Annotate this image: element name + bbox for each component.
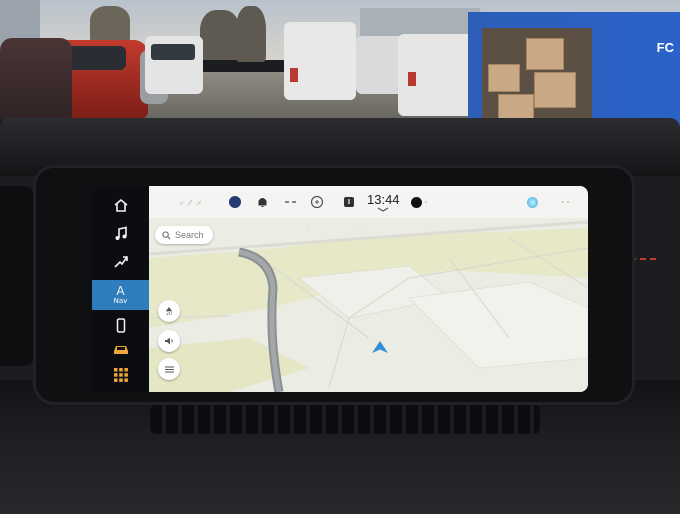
search-bar[interactable]: Search	[155, 226, 213, 244]
carplay-screen: A Nav 13:44 ◦ · · Search 20	[92, 186, 588, 392]
white-van	[284, 22, 356, 100]
notification-bell-icon[interactable]	[257, 186, 268, 218]
car-icon	[113, 346, 128, 354]
music-button[interactable]	[92, 220, 149, 246]
speed-limit-value: 20	[165, 310, 173, 317]
map-menu-button[interactable]	[158, 358, 180, 380]
tree	[236, 6, 266, 62]
search-placeholder: Search	[175, 230, 204, 240]
signal-icon	[179, 186, 203, 218]
volume-button[interactable]	[158, 330, 180, 352]
dashes-icon	[285, 186, 297, 218]
phone-icon	[116, 317, 125, 333]
clock-time: 13:44	[367, 192, 400, 207]
truck-logo: FC	[656, 40, 674, 55]
vehicle-button[interactable]	[92, 336, 149, 362]
siri-icon[interactable]	[527, 186, 538, 218]
directions-button[interactable]	[92, 248, 149, 274]
music-note-icon	[115, 226, 127, 240]
current-location-arrow-icon	[372, 341, 388, 353]
clock: 13:44	[367, 186, 400, 218]
nav-button[interactable]: A Nav	[92, 280, 149, 310]
app-rail: A Nav	[92, 186, 149, 392]
air-vent-center	[150, 404, 540, 434]
cargo-area	[482, 28, 592, 128]
app-status-icon[interactable]	[229, 186, 241, 218]
app-grid-button[interactable]	[92, 362, 149, 388]
status-dots-icon	[561, 186, 571, 218]
nav-label: Nav	[113, 297, 128, 305]
map-street-label: ·	[307, 226, 309, 232]
climate-icon[interactable]	[309, 186, 325, 218]
home-icon	[113, 198, 128, 212]
search-icon	[162, 230, 171, 240]
blue-truck: FC	[468, 12, 680, 130]
home-button[interactable]	[92, 192, 149, 218]
air-vent-left	[0, 186, 38, 366]
dark-car	[0, 38, 72, 126]
menu-icon	[164, 366, 174, 372]
status-bar: 13:44 ◦	[149, 186, 588, 219]
chevron-down-icon[interactable]	[377, 207, 389, 212]
route-arrow-icon	[113, 255, 128, 268]
tree	[90, 6, 130, 42]
speed-limit-button[interactable]: 20	[158, 300, 180, 322]
app-grid-icon	[113, 368, 128, 382]
shield-icon[interactable]	[343, 186, 355, 218]
map-street-label: ·	[359, 228, 361, 234]
white-van	[145, 36, 203, 94]
map-canvas	[149, 218, 588, 392]
navigation-arrow-icon: A	[116, 284, 125, 298]
map-view[interactable]: · · Search 20	[149, 218, 588, 392]
tree	[200, 10, 240, 60]
profile-icon[interactable]: ◦	[411, 186, 428, 218]
phone-button[interactable]	[92, 312, 149, 338]
volume-icon	[165, 337, 173, 345]
